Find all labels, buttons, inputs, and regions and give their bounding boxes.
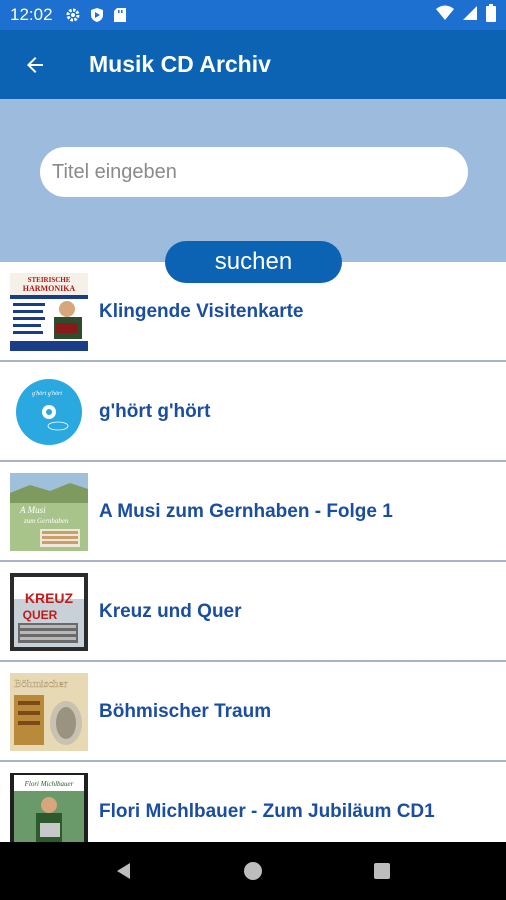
nav-back-button[interactable]	[104, 851, 144, 891]
list-item[interactable]: Flori Michlbauer Flori Michlbauer - Zum …	[0, 762, 506, 842]
cd-cover-image: Flori Michlbauer	[10, 773, 88, 842]
back-triangle-icon	[117, 863, 131, 879]
page-title: Musik CD Archiv	[89, 51, 271, 77]
cd-disc-image: g'hört g'hört	[10, 373, 88, 451]
cd-title: A Musi zum Gernhaben - Folge 1	[99, 501, 393, 522]
back-button[interactable]	[0, 30, 70, 99]
svg-text:g'hört g'hört: g'hört g'hört	[32, 391, 62, 397]
svg-text:HARMONIKA: HARMONIKA	[23, 284, 76, 293]
sd-card-icon	[113, 7, 127, 23]
wifi-icon	[436, 5, 454, 26]
svg-text:Flori Michlbauer: Flori Michlbauer	[24, 780, 74, 788]
signal-icon	[462, 5, 478, 26]
nav-recents-button[interactable]	[362, 851, 402, 891]
list-item[interactable]: A Musi zum Gernhaben A Musi zum Gernhabe…	[0, 462, 506, 562]
status-time: 12:02	[10, 5, 53, 24]
back-arrow-icon	[27, 56, 43, 73]
svg-text:QUER: QUER	[23, 608, 58, 622]
svg-text:A Musi: A Musi	[19, 505, 46, 515]
cd-title: Böhmischer Traum	[99, 701, 272, 722]
gear-icon	[65, 7, 81, 23]
cd-cover-image: KREUZ QUER	[10, 573, 88, 651]
search-button[interactable]: suchen	[165, 241, 342, 283]
list-item[interactable]: KREUZ QUER Kreuz und Quer	[0, 562, 506, 662]
status-bar: 12:02	[0, 0, 506, 30]
nav-home-button[interactable]	[233, 851, 273, 891]
list-item[interactable]: Böhmischer Böhmischer Traum	[0, 662, 506, 762]
svg-text:STEIRISCHE: STEIRISCHE	[28, 276, 71, 284]
search-panel	[0, 99, 506, 262]
cd-cover-image: Böhmischer	[10, 673, 88, 751]
cd-cover-image: A Musi zum Gernhaben	[10, 473, 88, 551]
recents-square-icon	[373, 863, 390, 879]
list-item[interactable]: g'hört g'hört g'hört g'hört	[0, 362, 506, 462]
cd-cover-image: STEIRISCHE HARMONIKA	[10, 273, 88, 351]
home-circle-icon	[243, 862, 262, 880]
cd-title: Kreuz und Quer	[99, 601, 242, 622]
svg-text:KREUZ: KREUZ	[25, 590, 74, 606]
svg-text:zum Gernhaben: zum Gernhaben	[23, 517, 69, 525]
cd-title: Flori Michlbauer - Zum Jubiläum CD1	[99, 801, 435, 822]
app-bar: Musik CD Archiv	[0, 30, 506, 99]
cd-title: g'hört g'hört	[99, 401, 211, 422]
cd-list: STEIRISCHE HARMONIKA Klingende Visitenka…	[0, 262, 506, 842]
system-nav-bar	[0, 842, 506, 900]
search-input[interactable]	[40, 147, 468, 197]
battery-icon	[486, 3, 496, 27]
svg-text:Böhmischer: Böhmischer	[14, 678, 67, 690]
shield-icon	[89, 7, 105, 23]
